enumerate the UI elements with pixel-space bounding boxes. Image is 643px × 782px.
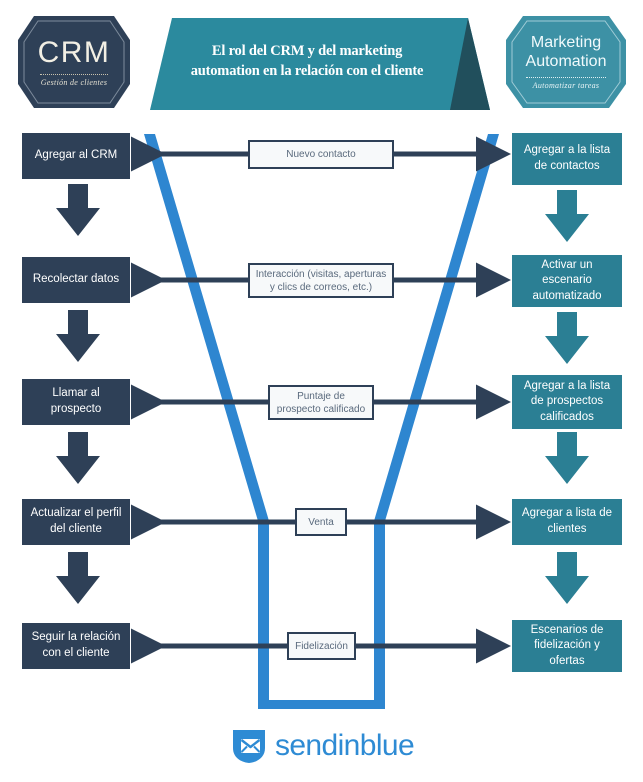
sendinblue-logo[interactable]: sendinblue <box>0 726 643 766</box>
sendinblue-wordmark: sendinblue <box>274 729 415 762</box>
right-box-label: Activar un escenario automatizado <box>532 258 602 302</box>
left-box-label: Actualizar el perfil del cliente <box>30 507 122 535</box>
right-box-label: Agregar a la lista de contactos <box>523 144 611 172</box>
center-label-text: Fidelización <box>295 640 348 652</box>
center-label-text: Puntaje de prospecto calificado <box>276 390 366 415</box>
right-box-label: Agregar a lista de clientes <box>521 507 613 535</box>
right-box-escenario-automatizado[interactable]: Activar un escenario automatizado <box>512 255 622 307</box>
left-box-label: Recolectar datos <box>32 273 120 286</box>
left-box-label: Seguir la relación con el cliente <box>31 631 121 659</box>
left-box-actualizar-perfil[interactable]: Actualizar el perfil del cliente <box>22 499 130 545</box>
left-box-label: Llamar al prospecto <box>50 387 102 415</box>
center-label-text: Nuevo contacto <box>286 149 356 160</box>
right-box-lista-clientes[interactable]: Agregar a lista de clientes <box>512 499 622 545</box>
left-box-recolectar-datos[interactable]: Recolectar datos <box>22 257 130 303</box>
center-label-puntaje[interactable]: Puntaje de prospecto calificado <box>268 385 374 420</box>
center-label-interaccion[interactable]: Interacción (visitas, aperturas y clics … <box>248 263 394 298</box>
center-label-text: Venta <box>308 516 334 528</box>
left-box-label: Agregar al CRM <box>34 149 118 162</box>
sendinblue-envelope-shield-icon <box>232 730 265 763</box>
center-label-fidelizacion[interactable]: Fidelización <box>287 632 356 660</box>
center-label-text: Interacción (visitas, aperturas y clics … <box>255 268 387 293</box>
left-box-agregar-al-crm[interactable]: Agregar al CRM <box>22 133 130 179</box>
right-box-label: Agregar a la lista de prospectos calific… <box>523 379 611 423</box>
right-box-prospectos-calificados[interactable]: Agregar a la lista de prospectos calific… <box>512 375 622 429</box>
center-label-nuevo-contacto[interactable]: Nuevo contacto <box>248 140 394 169</box>
infographic-canvas: CRM Gestión de clientes El rol del CRM y… <box>0 0 643 782</box>
title-banner-text: El rol del CRM y del marketing automatio… <box>190 43 424 79</box>
left-box-seguir-relacion[interactable]: Seguir la relación con el cliente <box>22 623 130 669</box>
right-box-lista-contactos[interactable]: Agregar a la lista de contactos <box>512 133 622 185</box>
left-box-llamar-al-prospecto[interactable]: Llamar al prospecto <box>22 379 130 425</box>
right-box-label: Escenarios de fidelización y ofertas <box>530 623 604 667</box>
right-box-escenarios-fidelizacion[interactable]: Escenarios de fidelización y ofertas <box>512 620 622 672</box>
center-label-venta[interactable]: Venta <box>295 508 347 536</box>
